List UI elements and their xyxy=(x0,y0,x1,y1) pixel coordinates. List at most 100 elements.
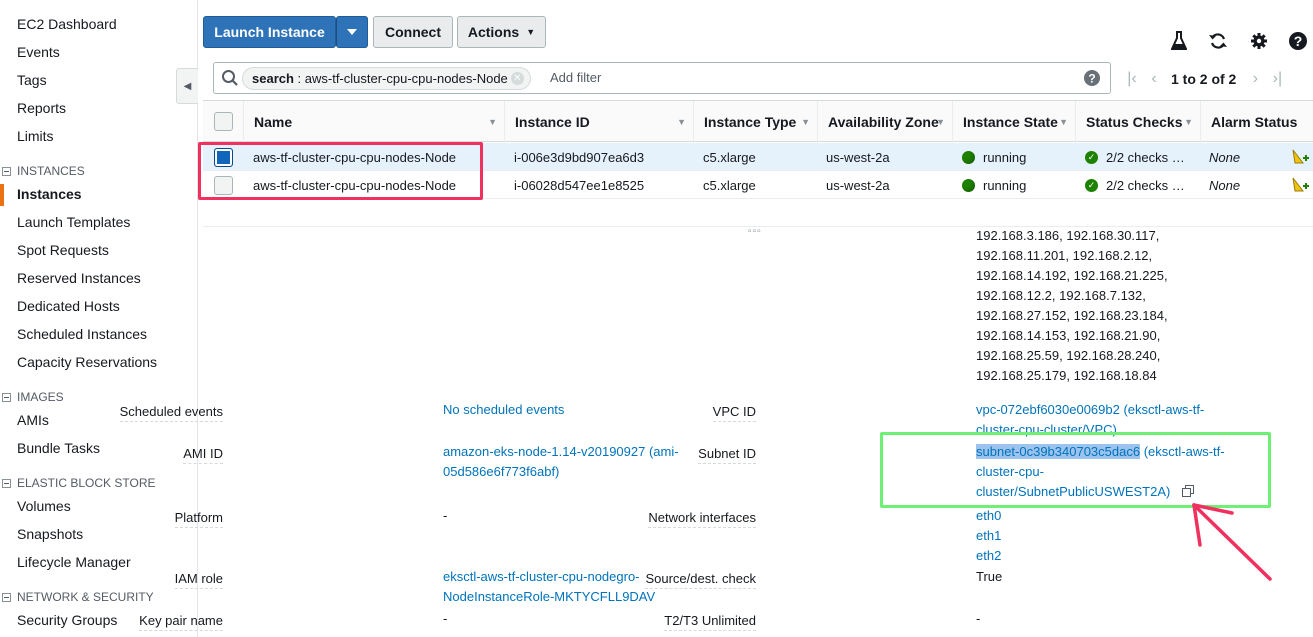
last-page-icon[interactable]: ›| xyxy=(1266,70,1288,88)
search-token-sep: : xyxy=(293,71,305,86)
subnet-id-link[interactable]: subnet-0c39b340703c5dac6 (eksctl-aws-tf-… xyxy=(976,442,1225,503)
sidebar-item-scheduled-instances[interactable]: Scheduled Instances xyxy=(17,326,147,342)
sidebar-item-security-groups[interactable]: Security Groups xyxy=(17,612,117,628)
launch-dropdown-button[interactable] xyxy=(336,16,368,48)
filter-search-bar[interactable]: search : aws-tf-cluster-cpu-cpu-nodes-No… xyxy=(213,62,1111,94)
vpc-id-link[interactable]: vpc-072ebf6030e0069b2 (eksctl-aws-tf- cl… xyxy=(976,400,1204,440)
column-header-label: Alarm Status xyxy=(1211,114,1298,130)
sidebar-section-ebs[interactable]: ELASTIC BLOCK STORE xyxy=(2,476,156,490)
sidebar-item-snapshots[interactable]: Snapshots xyxy=(17,526,83,542)
cell-alarm-status: None xyxy=(1209,177,1241,193)
sidebar-section-title: IMAGES xyxy=(17,390,64,404)
sort-icon: ▼ xyxy=(801,117,810,127)
sidebar-section-title: ELASTIC BLOCK STORE xyxy=(17,476,156,490)
cell-instance-id: i-06028d547ee1e8525 xyxy=(514,177,645,193)
add-filter-placeholder[interactable]: Add filter xyxy=(550,70,601,85)
ami-id-line: 05d586e6f773f6abf) xyxy=(443,464,560,479)
chevron-left-icon: ◀ xyxy=(183,80,192,92)
next-page-icon[interactable]: › xyxy=(1244,70,1266,88)
sidebar-item-lifecycle-manager[interactable]: Lifecycle Manager xyxy=(17,554,131,570)
column-header-instance-id[interactable]: Instance ID ▼ xyxy=(504,101,693,143)
sidebar-item-instances[interactable]: Instances xyxy=(17,186,82,202)
column-header-label: Name xyxy=(254,114,293,130)
create-alarm-icon[interactable] xyxy=(1291,143,1309,171)
refresh-icon[interactable] xyxy=(1207,30,1229,52)
help-icon[interactable]: ? xyxy=(1287,30,1309,52)
connect-button[interactable]: Connect xyxy=(373,16,453,48)
actions-button[interactable]: Actions ▼ xyxy=(457,16,546,48)
actions-label: Actions xyxy=(467,24,520,40)
search-help-icon[interactable]: ? xyxy=(1083,69,1101,90)
scheduled-events-link[interactable]: No scheduled events xyxy=(443,400,564,420)
sort-icon: ▼ xyxy=(488,117,497,127)
flask-icon[interactable] xyxy=(1168,30,1190,52)
gear-icon[interactable] xyxy=(1248,30,1270,52)
search-token[interactable]: search : aws-tf-cluster-cpu-cpu-nodes-No… xyxy=(242,67,531,90)
first-page-icon[interactable]: |‹ xyxy=(1121,70,1143,88)
column-header-label: Instance Type xyxy=(704,114,797,130)
subnet-id-label: Subnet ID xyxy=(698,446,756,464)
scheduled-events-label: Scheduled events xyxy=(119,404,223,422)
sidebar-item-bundle-tasks[interactable]: Bundle Tasks xyxy=(17,440,100,456)
private-ip-line: 192.168.11.201, 192.168.2.12, xyxy=(976,248,1153,263)
collapse-sidebar-button[interactable]: ◀ xyxy=(176,68,198,104)
column-header-instance-type[interactable]: Instance Type ▼ xyxy=(693,101,817,143)
sidebar-item-reports[interactable]: Reports xyxy=(17,100,66,116)
row-checkbox[interactable] xyxy=(214,148,233,167)
search-token-value: aws-tf-cluster-cpu-cpu-nodes-Node xyxy=(304,71,508,86)
network-interface-link[interactable]: eth0 xyxy=(976,506,1001,526)
running-status-icon xyxy=(962,178,975,192)
sidebar-item-tags[interactable]: Tags xyxy=(17,72,47,88)
column-header-availability-zone[interactable]: Availability Zone ▼ xyxy=(817,101,952,143)
sidebar-item-launch-templates[interactable]: Launch Templates xyxy=(17,214,130,230)
row-checkbox[interactable] xyxy=(214,176,233,195)
column-header-label: Instance State xyxy=(963,114,1058,130)
network-interface-link[interactable]: eth1 xyxy=(976,526,1001,546)
drag-handle-icon[interactable]: ▫▫▫ xyxy=(748,226,762,237)
vpc-id-line: cluster-cpu-cluster/VPC) xyxy=(976,422,1117,437)
sidebar-item-ec2-dashboard[interactable]: EC2 Dashboard xyxy=(17,16,117,32)
create-alarm-icon[interactable] xyxy=(1291,171,1309,199)
launch-instance-button[interactable]: Launch Instance xyxy=(203,16,336,48)
column-header-status-checks[interactable]: Status Checks ▼ xyxy=(1075,101,1200,143)
sidebar-section-network-security[interactable]: NETWORK & SECURITY xyxy=(2,590,154,604)
iam-role-line: NodeInstanceRole-MKTYCFLL9DAV xyxy=(443,589,656,604)
main-content: Launch Instance Connect Actions ▼ ? sear… xyxy=(119,0,1313,637)
subnet-id-selected-text[interactable]: subnet-0c39b340703c5dac6 xyxy=(976,444,1141,459)
sidebar-item-volumes[interactable]: Volumes xyxy=(17,498,71,514)
iam-role-line: eksctl-aws-tf-cluster-cpu-nodegro- xyxy=(443,569,640,584)
search-token-key: search xyxy=(252,71,294,86)
cell-status-checks: ✓ 2/2 checks … xyxy=(1085,143,1185,171)
ami-id-line: amazon-eks-node-1.14-v20190927 (ami- xyxy=(443,444,679,459)
network-interface-link[interactable]: eth2 xyxy=(976,546,1001,566)
sidebar-item-capacity-reservations[interactable]: Capacity Reservations xyxy=(17,354,157,370)
table-row[interactable]: aws-tf-cluster-cpu-cpu-nodes-Node i-006e… xyxy=(203,143,1313,171)
cell-instance-id: i-006e3d9bd907ea6d3 xyxy=(514,149,645,165)
private-ip-line: 192.168.12.2, 192.168.7.132, xyxy=(976,288,1146,303)
sidebar-item-dedicated-hosts[interactable]: Dedicated Hosts xyxy=(17,298,120,314)
column-header-alarm-status[interactable]: Alarm Status xyxy=(1200,101,1313,143)
sidebar-item-events[interactable]: Events xyxy=(17,44,60,60)
pagination-text: 1 to 2 of 2 xyxy=(1171,71,1237,87)
t2t3-unlimited-label: T2/T3 Unlimited xyxy=(664,613,756,631)
sidebar-item-spot-requests[interactable]: Spot Requests xyxy=(17,242,109,258)
column-header-label: Availability Zone xyxy=(828,114,939,130)
chevron-down-icon: ▼ xyxy=(526,27,536,37)
iam-role-label: IAM role xyxy=(174,571,223,589)
column-header-name[interactable]: Name ▼ xyxy=(243,101,504,143)
sidebar-item-limits[interactable]: Limits xyxy=(17,128,54,144)
sidebar-item-reserved-instances[interactable]: Reserved Instances xyxy=(17,270,141,286)
source-dest-check-value: True xyxy=(976,569,1003,584)
remove-token-icon[interactable]: ✕ xyxy=(510,72,524,85)
ami-id-link[interactable]: amazon-eks-node-1.14-v20190927 (ami- 05d… xyxy=(443,442,679,482)
table-row[interactable]: aws-tf-cluster-cpu-cpu-nodes-Node i-0602… xyxy=(203,171,1313,199)
prev-page-icon[interactable]: ‹ xyxy=(1143,70,1165,88)
iam-role-link[interactable]: eksctl-aws-tf-cluster-cpu-nodegro- NodeI… xyxy=(443,567,655,607)
sidebar-section-title: INSTANCES xyxy=(17,164,85,178)
select-all-checkbox[interactable] xyxy=(214,112,233,131)
sidebar-item-amis[interactable]: AMIs xyxy=(17,412,49,428)
sidebar-section-instances[interactable]: INSTANCES xyxy=(2,164,85,178)
private-ip-line: 192.168.25.59, 192.168.28.240, xyxy=(976,348,1161,363)
column-header-instance-state[interactable]: Instance State ▼ xyxy=(952,101,1075,143)
sidebar-section-images[interactable]: IMAGES xyxy=(2,390,64,404)
